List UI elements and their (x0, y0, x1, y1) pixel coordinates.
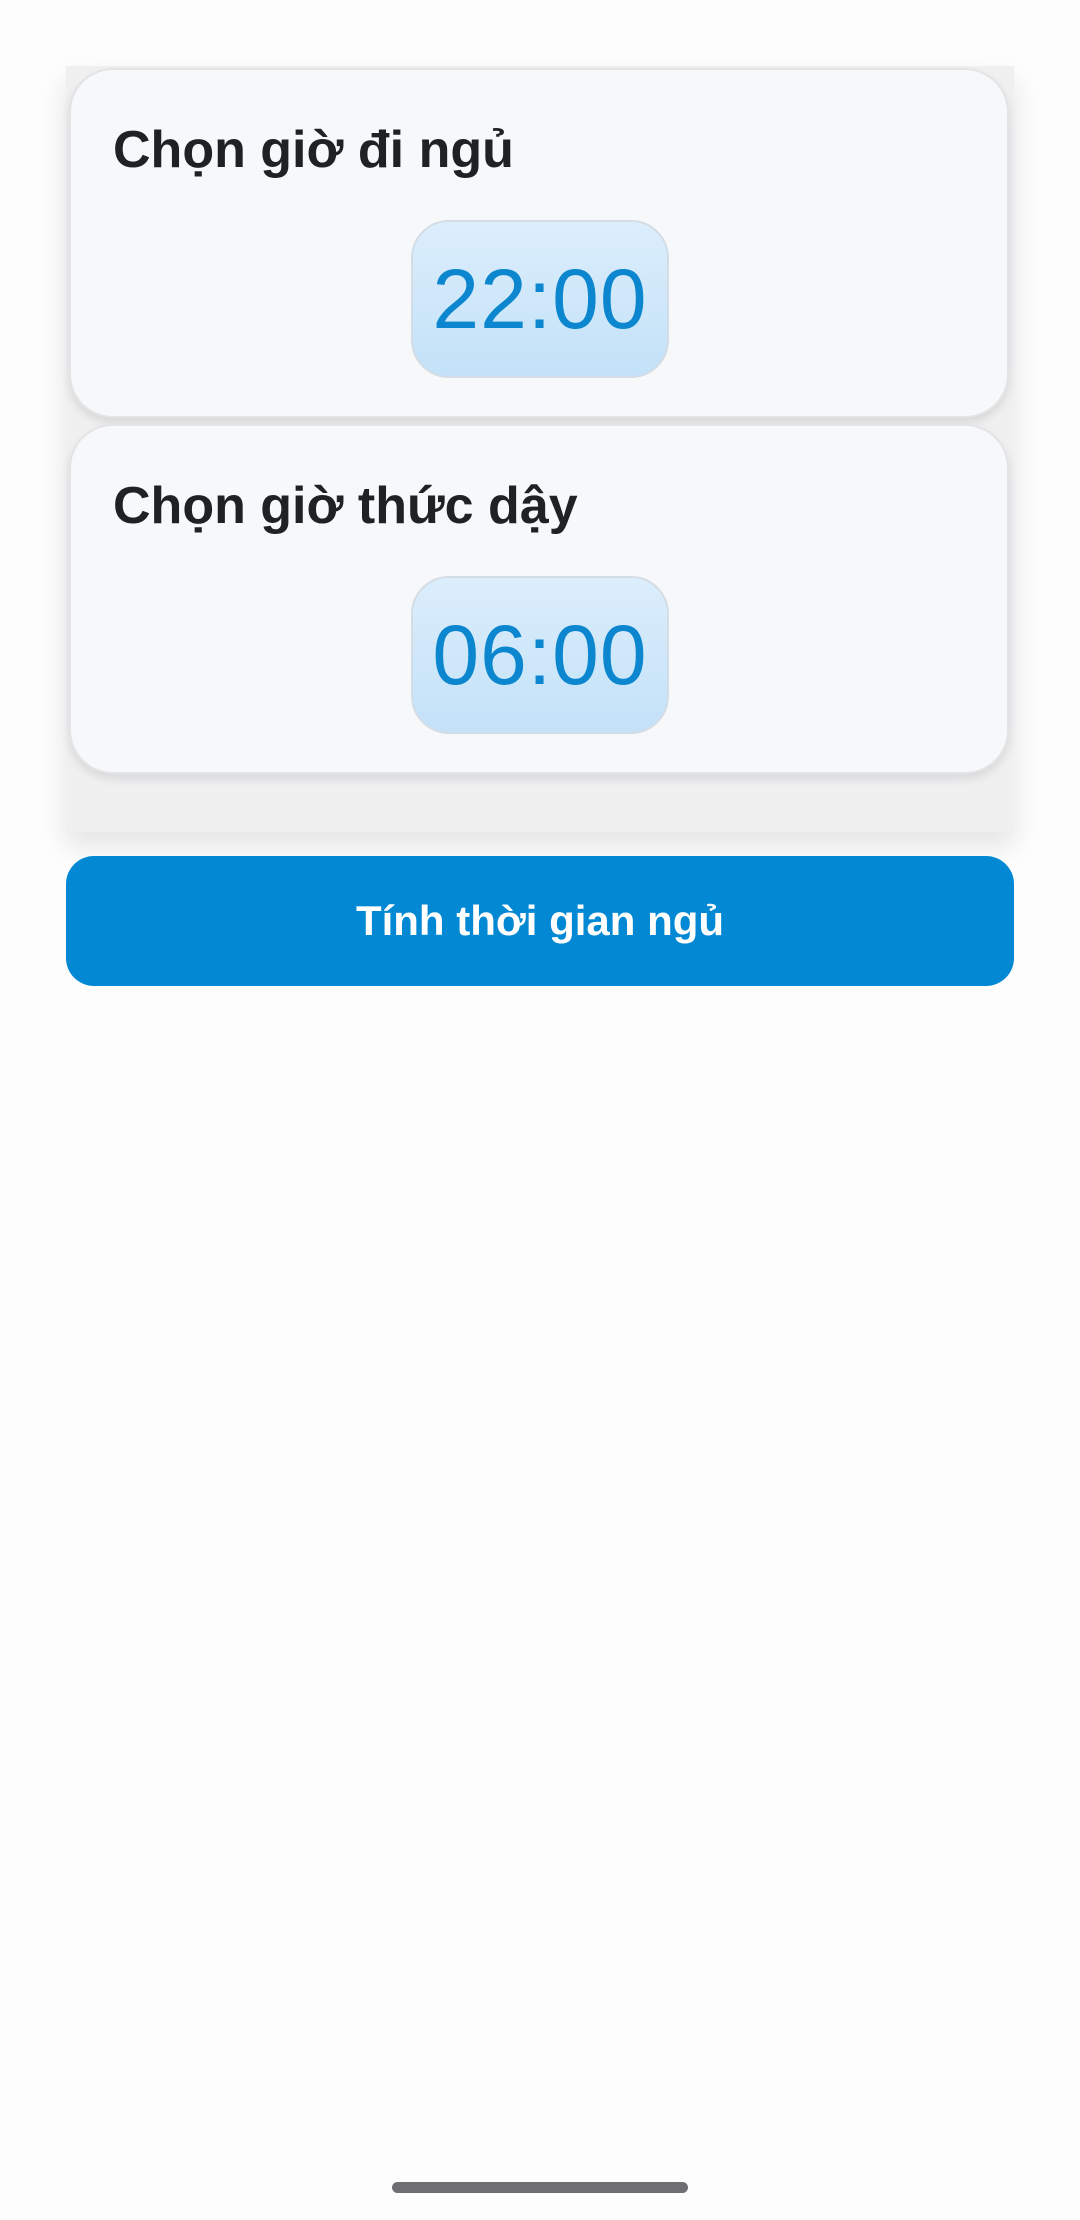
home-indicator[interactable] (392, 2182, 688, 2193)
bedtime-title: Chọn giờ đi ngủ (113, 121, 514, 179)
calculate-sleep-button[interactable]: Tính thời gian ngủ (66, 856, 1014, 986)
wakeup-time-picker[interactable]: 06:00 (411, 576, 669, 734)
bedtime-time-value: 22:00 (432, 252, 648, 346)
time-pickers-container: Chọn giờ đi ngủ 22:00 Chọn giờ thức dậy … (66, 66, 1014, 832)
wakeup-time-value: 06:00 (432, 608, 648, 702)
bedtime-card: Chọn giờ đi ngủ 22:00 (69, 68, 1009, 418)
wakeup-card: Chọn giờ thức dậy 06:00 (69, 424, 1009, 774)
bedtime-time-picker[interactable]: 22:00 (411, 220, 669, 378)
wakeup-title: Chọn giờ thức dậy (113, 477, 578, 535)
